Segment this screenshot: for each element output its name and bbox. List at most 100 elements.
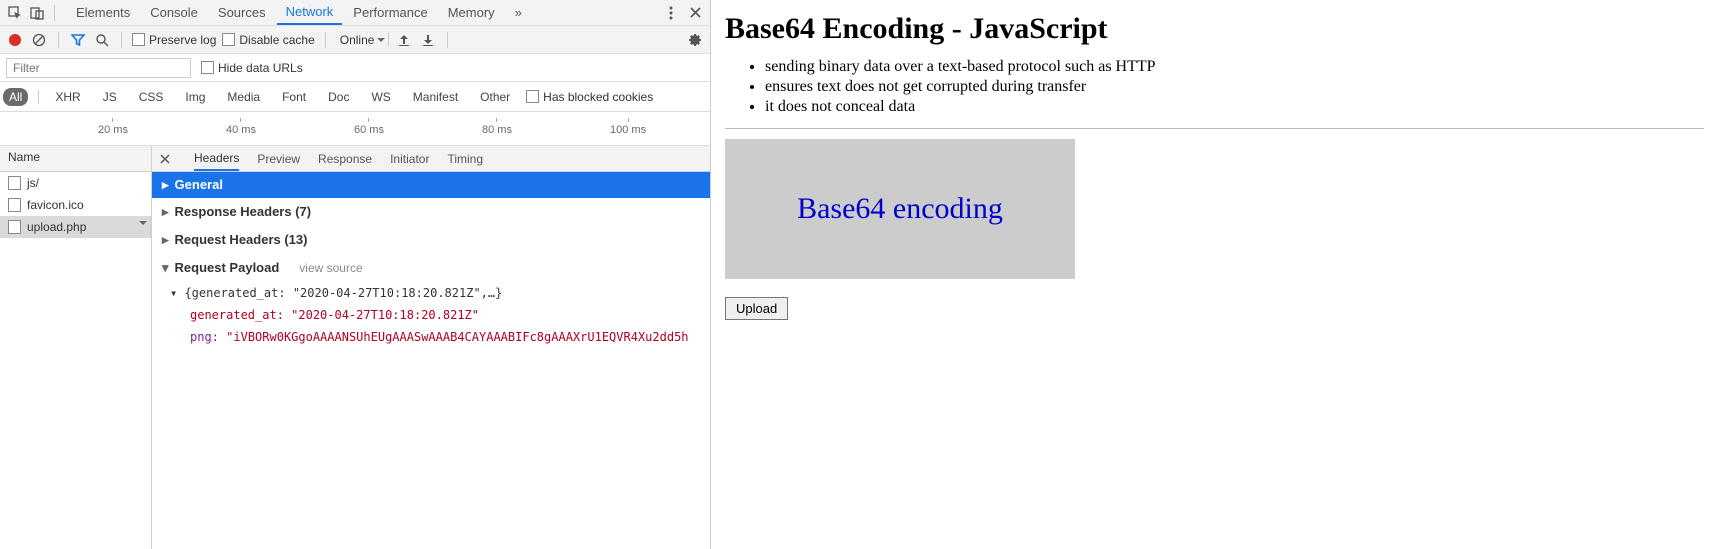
canvas-text: Base64 encoding — [797, 192, 1003, 226]
view-source-link[interactable]: view source — [299, 261, 362, 275]
detail-tab-response[interactable]: Response — [318, 148, 372, 170]
download-icon[interactable] — [419, 31, 437, 49]
list-item: it does not conceal data — [765, 98, 1704, 116]
chevron-right-icon: ▸ — [162, 204, 169, 220]
inspect-icon[interactable] — [6, 4, 24, 22]
filter-bar: Hide data URLs — [0, 54, 710, 82]
close-icon[interactable] — [686, 4, 704, 22]
record-icon[interactable] — [6, 31, 24, 49]
request-row[interactable]: upload.php — [0, 216, 151, 238]
detail-tab-timing[interactable]: Timing — [447, 148, 483, 170]
section-general[interactable]: ▸General — [152, 172, 710, 198]
file-icon — [8, 176, 21, 190]
separator — [447, 32, 448, 48]
chevron-right-icon: ▸ — [162, 232, 169, 248]
devtools-tabstrip: Elements Console Sources Network Perform… — [0, 0, 710, 26]
payload-value: "2020-04-27T10:18:20.821Z" — [291, 308, 479, 322]
section-request-headers-label: Request Headers (13) — [175, 232, 308, 247]
detail-tabs: Headers Preview Response Initiator Timin… — [152, 146, 710, 172]
disable-cache-checkbox[interactable]: Disable cache — [222, 33, 314, 47]
tab-elements[interactable]: Elements — [67, 1, 139, 24]
request-row[interactable]: js/ — [0, 172, 151, 194]
request-detail: Headers Preview Response Initiator Timin… — [152, 146, 710, 549]
tab-more[interactable]: » — [506, 1, 531, 24]
detail-tab-initiator[interactable]: Initiator — [390, 148, 429, 170]
filter-other[interactable]: Other — [474, 88, 516, 106]
list-item: ensures text does not get corrupted duri… — [765, 78, 1704, 96]
section-request-payload[interactable]: ▾Request Payload view source — [152, 254, 710, 282]
request-list: Name js/ favicon.ico upload.php — [0, 146, 152, 549]
separator — [725, 128, 1704, 129]
separator — [54, 5, 55, 21]
upload-icon[interactable] — [395, 31, 413, 49]
timeline-tick: 20 ms — [98, 118, 128, 136]
separator — [121, 32, 122, 48]
filter-ws[interactable]: WS — [365, 88, 396, 106]
hide-data-urls-label: Hide data URLs — [218, 61, 303, 75]
detail-tab-preview[interactable]: Preview — [257, 148, 300, 170]
tab-sources[interactable]: Sources — [209, 1, 275, 24]
filter-doc[interactable]: Doc — [322, 88, 355, 106]
tab-performance[interactable]: Performance — [344, 1, 436, 24]
kebab-icon[interactable] — [662, 4, 680, 22]
filter-xhr[interactable]: XHR — [49, 88, 86, 106]
gear-icon[interactable] — [686, 31, 704, 49]
detail-tab-headers[interactable]: Headers — [194, 147, 239, 171]
search-icon[interactable] — [93, 31, 111, 49]
tab-network[interactable]: Network — [277, 0, 343, 25]
payload-body: ▾ {generated_at: "2020-04-27T10:18:20.82… — [152, 282, 710, 358]
preserve-log-label: Preserve log — [149, 33, 216, 47]
separator — [58, 32, 59, 48]
payload-summary-text: {generated_at: "2020-04-27T10:18:20.821Z… — [184, 286, 502, 300]
request-row[interactable]: favicon.ico — [0, 194, 151, 216]
payload-value: "iVBORw0KGgoAAAANSUhEUgAAASwAAAB4CAYAAAB… — [226, 330, 688, 344]
filter-icon[interactable] — [69, 31, 87, 49]
devtools-panel: Elements Console Sources Network Perform… — [0, 0, 711, 549]
filter-img[interactable]: Img — [179, 88, 211, 106]
payload-field: generated_at: "2020-04-27T10:18:20.821Z" — [162, 304, 700, 326]
separator — [38, 90, 39, 104]
timeline[interactable]: 20 ms 40 ms 60 ms 80 ms 100 ms — [0, 112, 710, 146]
payload-key: generated_at: — [190, 308, 284, 322]
devtools-tabs: Elements Console Sources Network Perform… — [67, 0, 658, 25]
section-request-headers[interactable]: ▸ Request Headers (13) — [152, 226, 710, 254]
name-column-header[interactable]: Name — [0, 146, 151, 172]
request-name: js/ — [27, 176, 39, 190]
filter-font[interactable]: Font — [276, 88, 312, 106]
has-blocked-checkbox[interactable]: Has blocked cookies — [526, 90, 653, 104]
device-icon[interactable] — [28, 4, 46, 22]
chevron-down-icon: ▾ — [162, 260, 169, 276]
tab-console[interactable]: Console — [141, 1, 207, 24]
list-item: sending binary data over a text-based pr… — [765, 58, 1704, 76]
section-response-headers[interactable]: ▸ Response Headers (7) — [152, 198, 710, 226]
type-filter-bar: All XHR JS CSS Img Media Font Doc WS Man… — [0, 82, 710, 112]
tab-memory[interactable]: Memory — [439, 1, 504, 24]
hide-data-urls-checkbox[interactable]: Hide data URLs — [201, 61, 303, 75]
preserve-log-checkbox[interactable]: Preserve log — [132, 33, 216, 47]
clear-icon[interactable] — [30, 31, 48, 49]
section-response-headers-label: Response Headers (7) — [175, 204, 312, 219]
detail-content: ▸General ▸ Response Headers (7) ▸ Request … — [152, 172, 710, 549]
timeline-tick: 80 ms — [482, 118, 512, 136]
upload-button[interactable]: Upload — [725, 297, 788, 320]
canvas-image: Base64 encoding — [725, 139, 1075, 279]
file-icon — [8, 220, 21, 234]
filter-css[interactable]: CSS — [133, 88, 170, 106]
filter-js[interactable]: JS — [97, 88, 123, 106]
payload-key: png: — [190, 330, 219, 344]
chevron-right-icon: ▸ — [162, 177, 169, 193]
payload-summary[interactable]: ▾ {generated_at: "2020-04-27T10:18:20.82… — [162, 282, 700, 304]
filter-manifest[interactable]: Manifest — [407, 88, 464, 106]
has-blocked-label: Has blocked cookies — [543, 90, 653, 104]
filter-input[interactable] — [6, 58, 191, 78]
disable-cache-label: Disable cache — [239, 33, 314, 47]
page-content: Base64 Encoding - JavaScript sending bin… — [711, 0, 1718, 549]
filter-all[interactable]: All — [3, 88, 28, 106]
throttle-select[interactable]: Online — [336, 33, 390, 47]
file-icon — [8, 198, 21, 212]
filter-media[interactable]: Media — [221, 88, 266, 106]
network-body: Name js/ favicon.ico upload.php Headers … — [0, 146, 710, 549]
request-name: upload.php — [27, 220, 86, 234]
close-detail-icon[interactable] — [160, 154, 176, 164]
timeline-tick: 60 ms — [354, 118, 384, 136]
